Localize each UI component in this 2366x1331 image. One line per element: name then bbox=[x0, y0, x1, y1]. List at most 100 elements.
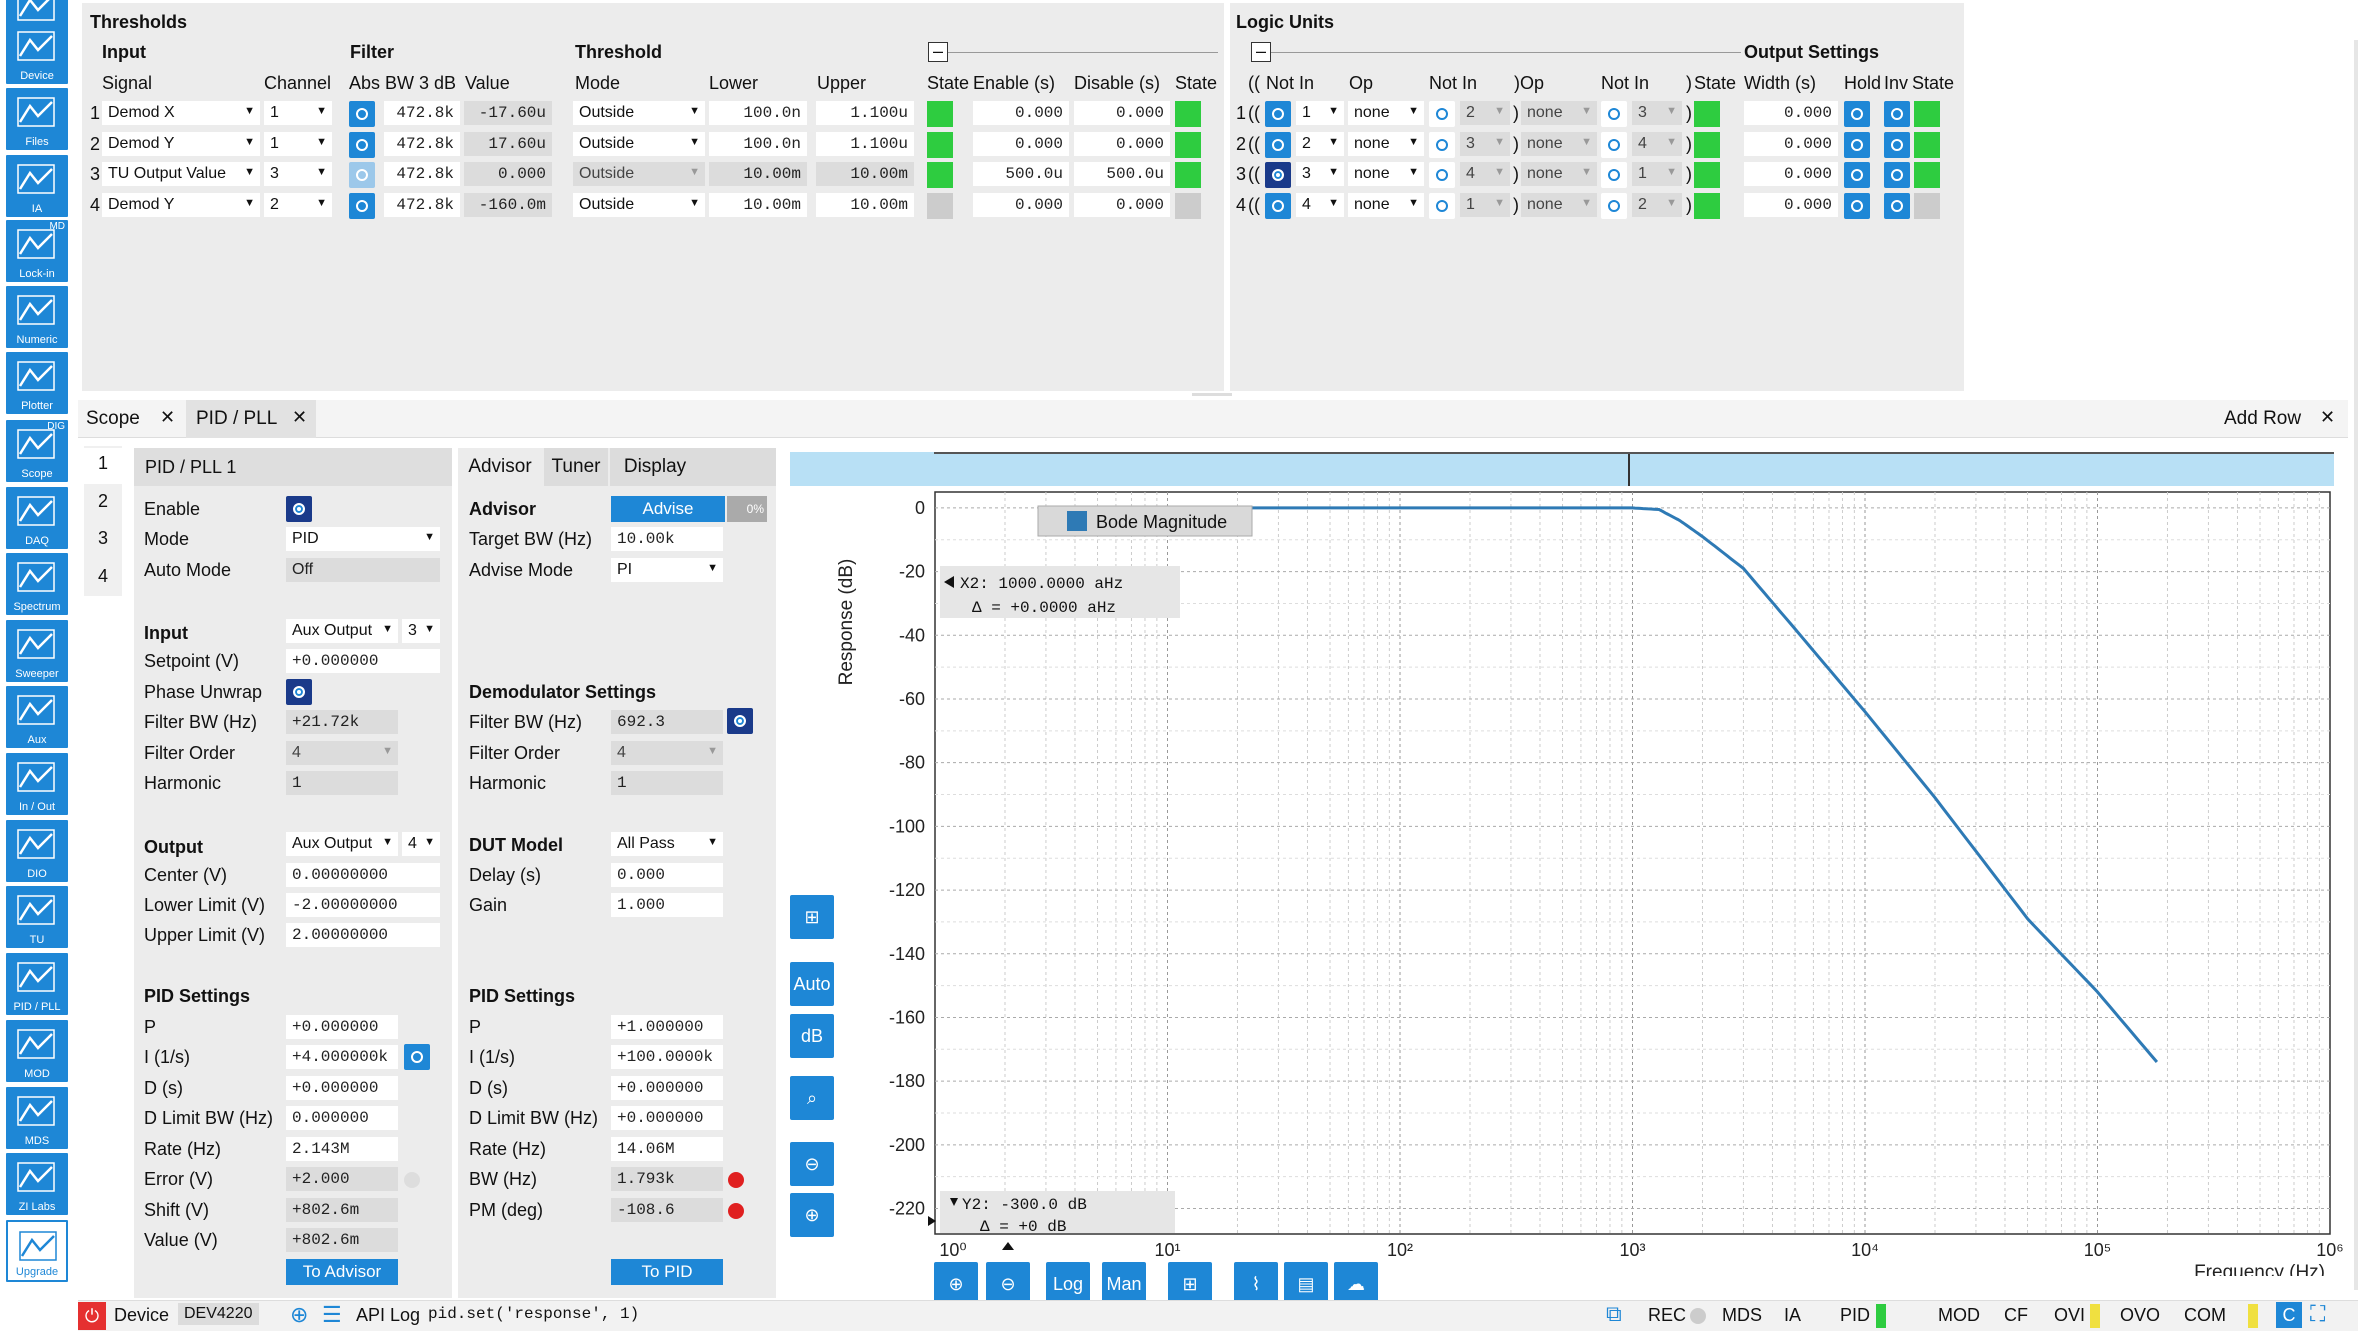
upper-field[interactable]: 1.100u bbox=[816, 101, 914, 125]
upper-field[interactable]: 1.100u bbox=[816, 131, 914, 156]
enable-field[interactable]: 0.000 bbox=[973, 101, 1069, 125]
inv-checkbox[interactable] bbox=[1884, 162, 1910, 188]
sidebar-item-in-out[interactable]: In / Out bbox=[6, 753, 68, 815]
tab-advisor[interactable]: Advisor bbox=[458, 448, 542, 486]
lower-field[interactable]: 100.0n bbox=[709, 131, 807, 156]
plot-overview-bar[interactable] bbox=[790, 452, 2334, 486]
harmonic-field[interactable]: 1 bbox=[286, 771, 398, 795]
external-link-icon[interactable]: ⧉ bbox=[1606, 1301, 1622, 1327]
disable-field[interactable]: 0.000 bbox=[1074, 192, 1170, 217]
not-in-3-checkbox[interactable] bbox=[1601, 101, 1627, 127]
sidebar-item-scope[interactable]: Scope DIG bbox=[6, 420, 68, 482]
enable-checkbox[interactable] bbox=[286, 496, 312, 522]
channel-select[interactable]: 1 bbox=[264, 101, 332, 125]
abs-checkbox[interactable] bbox=[349, 192, 375, 219]
mode-select[interactable]: Outside bbox=[573, 131, 705, 156]
pid-index-1[interactable]: 1 bbox=[84, 448, 122, 484]
channel-select[interactable]: 2 bbox=[264, 192, 332, 217]
overview-cursor[interactable] bbox=[1628, 452, 1630, 486]
d-field[interactable]: +0.000000 bbox=[286, 1076, 398, 1100]
bw-field[interactable]: 472.8k bbox=[384, 101, 460, 125]
sidebar-item-files[interactable]: Files bbox=[6, 88, 68, 150]
mode-select[interactable]: Outside bbox=[573, 192, 705, 217]
abs-checkbox[interactable] bbox=[349, 101, 375, 127]
enable-field[interactable]: 0.000 bbox=[973, 131, 1069, 156]
upper-field[interactable]: 10.00m bbox=[816, 162, 914, 186]
mode-select[interactable]: Outside bbox=[573, 101, 705, 125]
not-in-3-checkbox[interactable] bbox=[1601, 192, 1627, 219]
bw-field[interactable]: 472.8k bbox=[384, 192, 460, 217]
sidebar-item-zi-labs[interactable]: ZI Labs bbox=[6, 1153, 68, 1215]
adv-p-field[interactable]: +1.000000 bbox=[611, 1015, 723, 1039]
width-field[interactable]: 0.000 bbox=[1744, 101, 1838, 125]
i-lock-checkbox[interactable] bbox=[404, 1044, 430, 1070]
enable-field[interactable]: 0.000 bbox=[973, 192, 1069, 217]
channel-select[interactable]: 1 bbox=[264, 131, 332, 156]
sidebar-item-ia[interactable]: IA bbox=[6, 155, 68, 217]
width-field[interactable]: 0.000 bbox=[1744, 131, 1838, 156]
demod-harmonic-field[interactable]: 1 bbox=[611, 771, 723, 795]
inv-checkbox[interactable] bbox=[1884, 131, 1910, 158]
disable-field[interactable]: 500.0u bbox=[1074, 162, 1170, 186]
hold-checkbox[interactable] bbox=[1844, 101, 1870, 127]
upper-field[interactable]: 10.00m bbox=[816, 192, 914, 217]
mode-select[interactable]: PID bbox=[286, 527, 440, 551]
lower-field[interactable]: 10.00m bbox=[709, 192, 807, 217]
disable-field[interactable]: 0.000 bbox=[1074, 101, 1170, 125]
zoom-fit-icon[interactable]: ⌕ bbox=[790, 1076, 834, 1120]
delay-field[interactable]: 0.000 bbox=[611, 863, 723, 887]
sidebar-item-daq[interactable]: DAQ bbox=[6, 487, 68, 549]
op-1-select[interactable]: none bbox=[1348, 131, 1424, 156]
op-1-select[interactable]: none bbox=[1348, 101, 1424, 125]
sidebar-item-tu[interactable]: TU bbox=[6, 886, 68, 948]
close-icon[interactable]: ✕ bbox=[160, 407, 175, 428]
not-in-2-checkbox[interactable] bbox=[1429, 192, 1455, 219]
in-1-select[interactable]: 2 bbox=[1296, 131, 1344, 156]
auto-mode-select[interactable]: Off bbox=[286, 558, 440, 582]
in-2-select[interactable]: 2 bbox=[1460, 101, 1510, 125]
add-row-button[interactable]: Add Row bbox=[2224, 408, 2301, 430]
width-field[interactable]: 0.000 bbox=[1744, 162, 1838, 186]
sidebar-item-spectrum[interactable]: Spectrum bbox=[6, 553, 68, 615]
settings-icon[interactable]: ⊕ bbox=[290, 1302, 308, 1328]
not-in-2-checkbox[interactable] bbox=[1429, 162, 1455, 188]
center-field[interactable]: 0.00000000 bbox=[286, 863, 440, 887]
op-2-select[interactable]: none bbox=[1521, 101, 1597, 125]
setpoint-field[interactable]: +0.000000 bbox=[286, 649, 440, 673]
advise-mode-select[interactable]: PI bbox=[611, 558, 723, 582]
fullscreen-icon[interactable]: ⛶ bbox=[2310, 1301, 2325, 1327]
in-1-select[interactable]: 3 bbox=[1296, 162, 1344, 186]
in-1-select[interactable]: 1 bbox=[1296, 101, 1344, 125]
in-2-select[interactable]: 4 bbox=[1460, 162, 1510, 186]
x-cursor-marker-icon[interactable] bbox=[1002, 1242, 1014, 1250]
adv-i-field[interactable]: +100.0000k bbox=[611, 1045, 723, 1069]
scrollbar[interactable] bbox=[2354, 40, 2358, 1290]
list-icon[interactable]: ☰ bbox=[322, 1302, 342, 1328]
sidebar-item-upgrade[interactable]: Upgrade bbox=[6, 1220, 68, 1282]
adv-rate-field[interactable]: 14.06M bbox=[611, 1137, 723, 1161]
output-select[interactable]: Aux Output bbox=[286, 832, 398, 856]
not-in-2-checkbox[interactable] bbox=[1429, 101, 1455, 127]
demod-filter-order-select[interactable]: 4 bbox=[611, 741, 723, 765]
sidebar-item-mod[interactable]: MOD bbox=[6, 1020, 68, 1082]
width-field[interactable]: 0.000 bbox=[1744, 192, 1838, 217]
lower-limit-field[interactable]: -2.00000000 bbox=[286, 893, 440, 917]
signal-select[interactable]: Demod Y bbox=[102, 131, 260, 156]
hold-checkbox[interactable] bbox=[1844, 192, 1870, 219]
lower-field[interactable]: 100.0n bbox=[709, 101, 807, 125]
not-in-1-checkbox[interactable] bbox=[1265, 162, 1291, 188]
abs-checkbox[interactable] bbox=[349, 162, 375, 188]
upper-limit-field[interactable]: 2.00000000 bbox=[286, 923, 440, 947]
phase-unwrap-checkbox[interactable] bbox=[286, 679, 312, 705]
zoom-out-icon[interactable]: ⊖ bbox=[790, 1142, 834, 1186]
zoom-in-icon[interactable]: ⊕ bbox=[790, 1193, 834, 1237]
op-2-select[interactable]: none bbox=[1521, 131, 1597, 156]
power-icon[interactable]: ⏻ bbox=[78, 1302, 106, 1330]
sidebar-item-plotter[interactable]: Plotter bbox=[6, 352, 68, 414]
tab-pid-pll[interactable]: PID / PLL bbox=[196, 408, 277, 430]
mode-select[interactable]: Outside bbox=[573, 162, 705, 186]
sidebar-item-lock-in[interactable]: Lock-in MD bbox=[6, 220, 68, 282]
hold-checkbox[interactable] bbox=[1844, 162, 1870, 188]
in-3-select[interactable]: 2 bbox=[1632, 192, 1682, 217]
p-field[interactable]: +0.000000 bbox=[286, 1015, 398, 1039]
